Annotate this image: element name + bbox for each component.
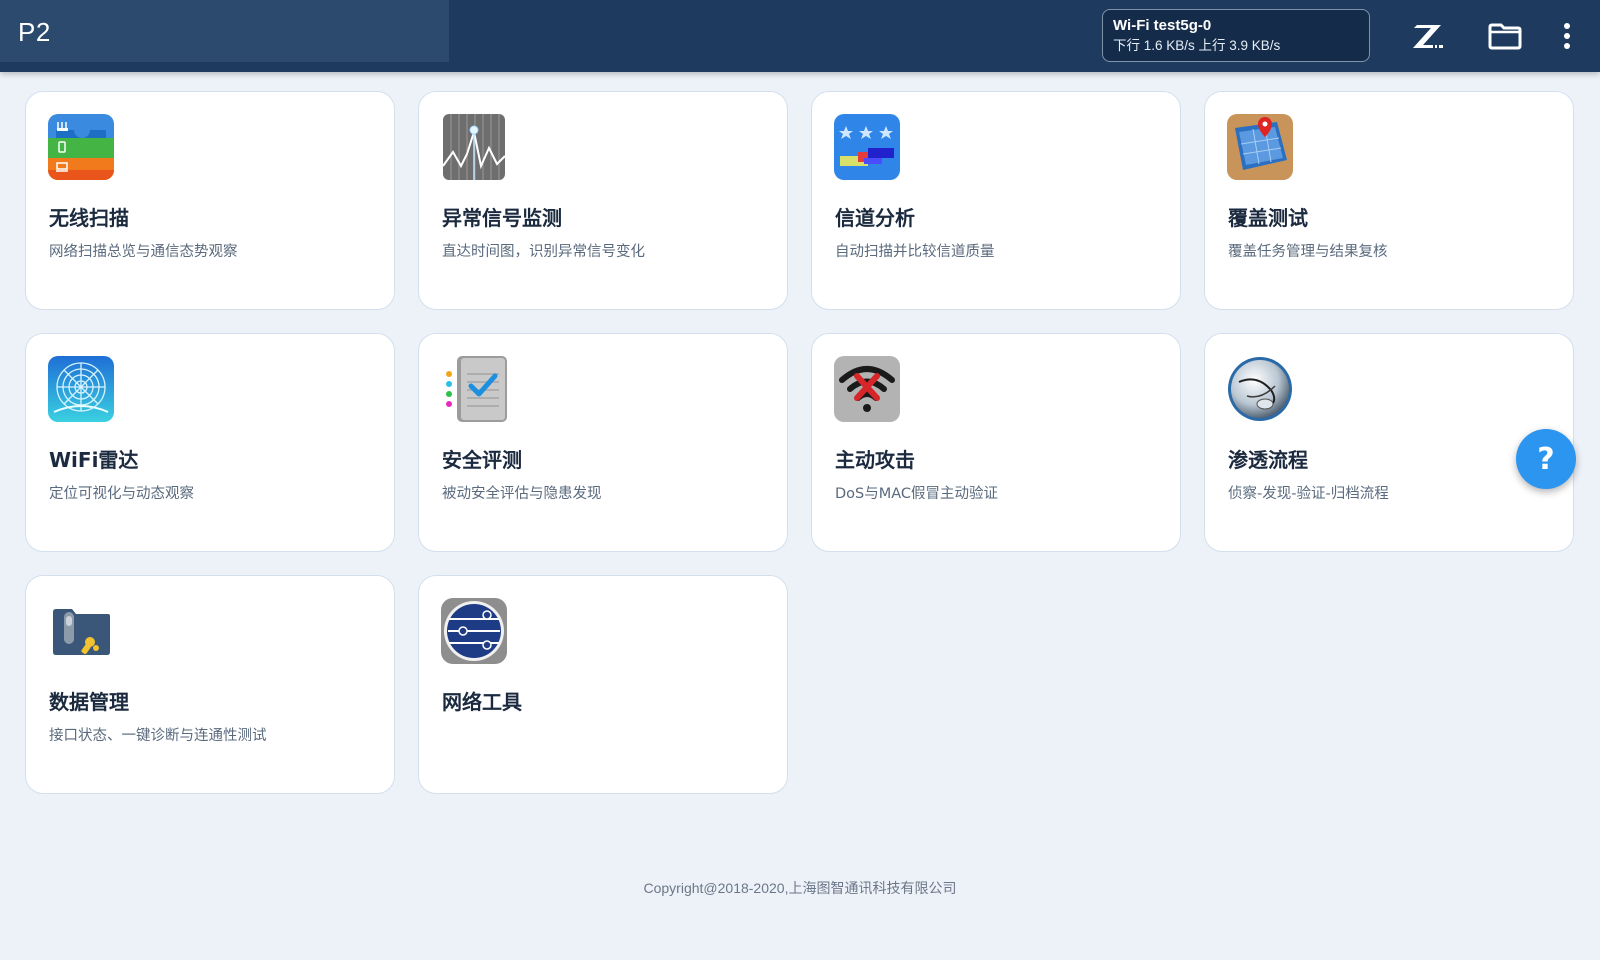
penetration-icon [1227,356,1293,422]
card-desc: 定位可视化与动态观察 [49,486,194,502]
card-desc: 网络扫描总览与通信态势观察 [49,244,238,260]
card-title: 渗透流程 [1228,448,1308,472]
top-app-bar: P2 Wi-Fi test5g-0 下行 1.6 KB/s 上行 3.9 KB/… [0,0,1600,72]
wifi-attack-icon [834,356,900,422]
card-title: 信道分析 [835,206,915,230]
wireless-scan-icon [48,114,114,180]
card-title: 无线扫描 [49,206,129,230]
card-wifi-radar[interactable]: WiFi雷达 定位可视化与动态观察 [25,333,395,552]
card-desc: 覆盖任务管理与结果复核 [1228,244,1388,260]
security-checklist-icon [441,356,507,422]
card-desc: 直达时间图，识别异常信号变化 [442,244,645,260]
card-active-attack[interactable]: 主动攻击 DoS与MAC假冒主动验证 [811,333,1181,552]
card-desc: 被动安全评估与隐患发现 [442,486,602,502]
coverage-map-icon [1227,114,1293,180]
wifi-ssid: Wi-Fi test5g-0 [1113,17,1212,34]
card-data-management[interactable]: 数据管理 接口状态、一键诊断与连通性测试 [25,575,395,794]
radar-icon [48,356,114,422]
card-title: 主动攻击 [835,448,915,472]
card-desc: 侦察-发现-验证-归档流程 [1228,486,1389,502]
card-title: 覆盖测试 [1228,206,1308,230]
card-wireless-scan[interactable]: 无线扫描 网络扫描总览与通信态势观察 [25,91,395,310]
copyright-footer: Copyright@2018-2020,上海图智通讯科技有限公司 [643,880,957,896]
card-title: 异常信号监测 [442,206,562,230]
card-title: WiFi雷达 [49,448,139,472]
card-network-tools[interactable]: 网络工具 [418,575,788,794]
card-title: 网络工具 [442,690,522,714]
card-desc: DoS与MAC假冒主动验证 [835,486,999,502]
card-title: 安全评测 [442,448,522,472]
folder-icon[interactable] [1485,18,1525,54]
card-title: 数据管理 [49,690,129,714]
help-button[interactable]: ? [1516,429,1576,489]
z-logo-icon[interactable] [1407,18,1447,54]
card-penetration-flow[interactable]: 渗透流程 侦察-发现-验证-归档流程 [1204,333,1574,552]
wifi-status-panel[interactable]: Wi-Fi test5g-0 下行 1.6 KB/s 上行 3.9 KB/s [1102,9,1370,62]
wifi-speed: 下行 1.6 KB/s 上行 3.9 KB/s [1113,38,1281,53]
app-title: P2 [0,0,449,62]
card-desc: 自动扫描并比较信道质量 [835,244,995,260]
more-vert-icon[interactable] [1547,18,1587,54]
network-tools-icon [441,598,507,664]
signal-monitor-icon [441,114,507,180]
card-coverage-test[interactable]: 覆盖测试 覆盖任务管理与结果复核 [1204,91,1574,310]
card-desc: 接口状态、一键诊断与连通性测试 [49,728,267,744]
card-channel-analysis[interactable]: 信道分析 自动扫描并比较信道质量 [811,91,1181,310]
data-folder-icon [48,598,114,664]
channel-analysis-icon [834,114,900,180]
card-security-eval[interactable]: 安全评测 被动安全评估与隐患发现 [418,333,788,552]
card-signal-monitor[interactable]: 异常信号监测 直达时间图，识别异常信号变化 [418,91,788,310]
help-icon: ? [1537,441,1555,477]
